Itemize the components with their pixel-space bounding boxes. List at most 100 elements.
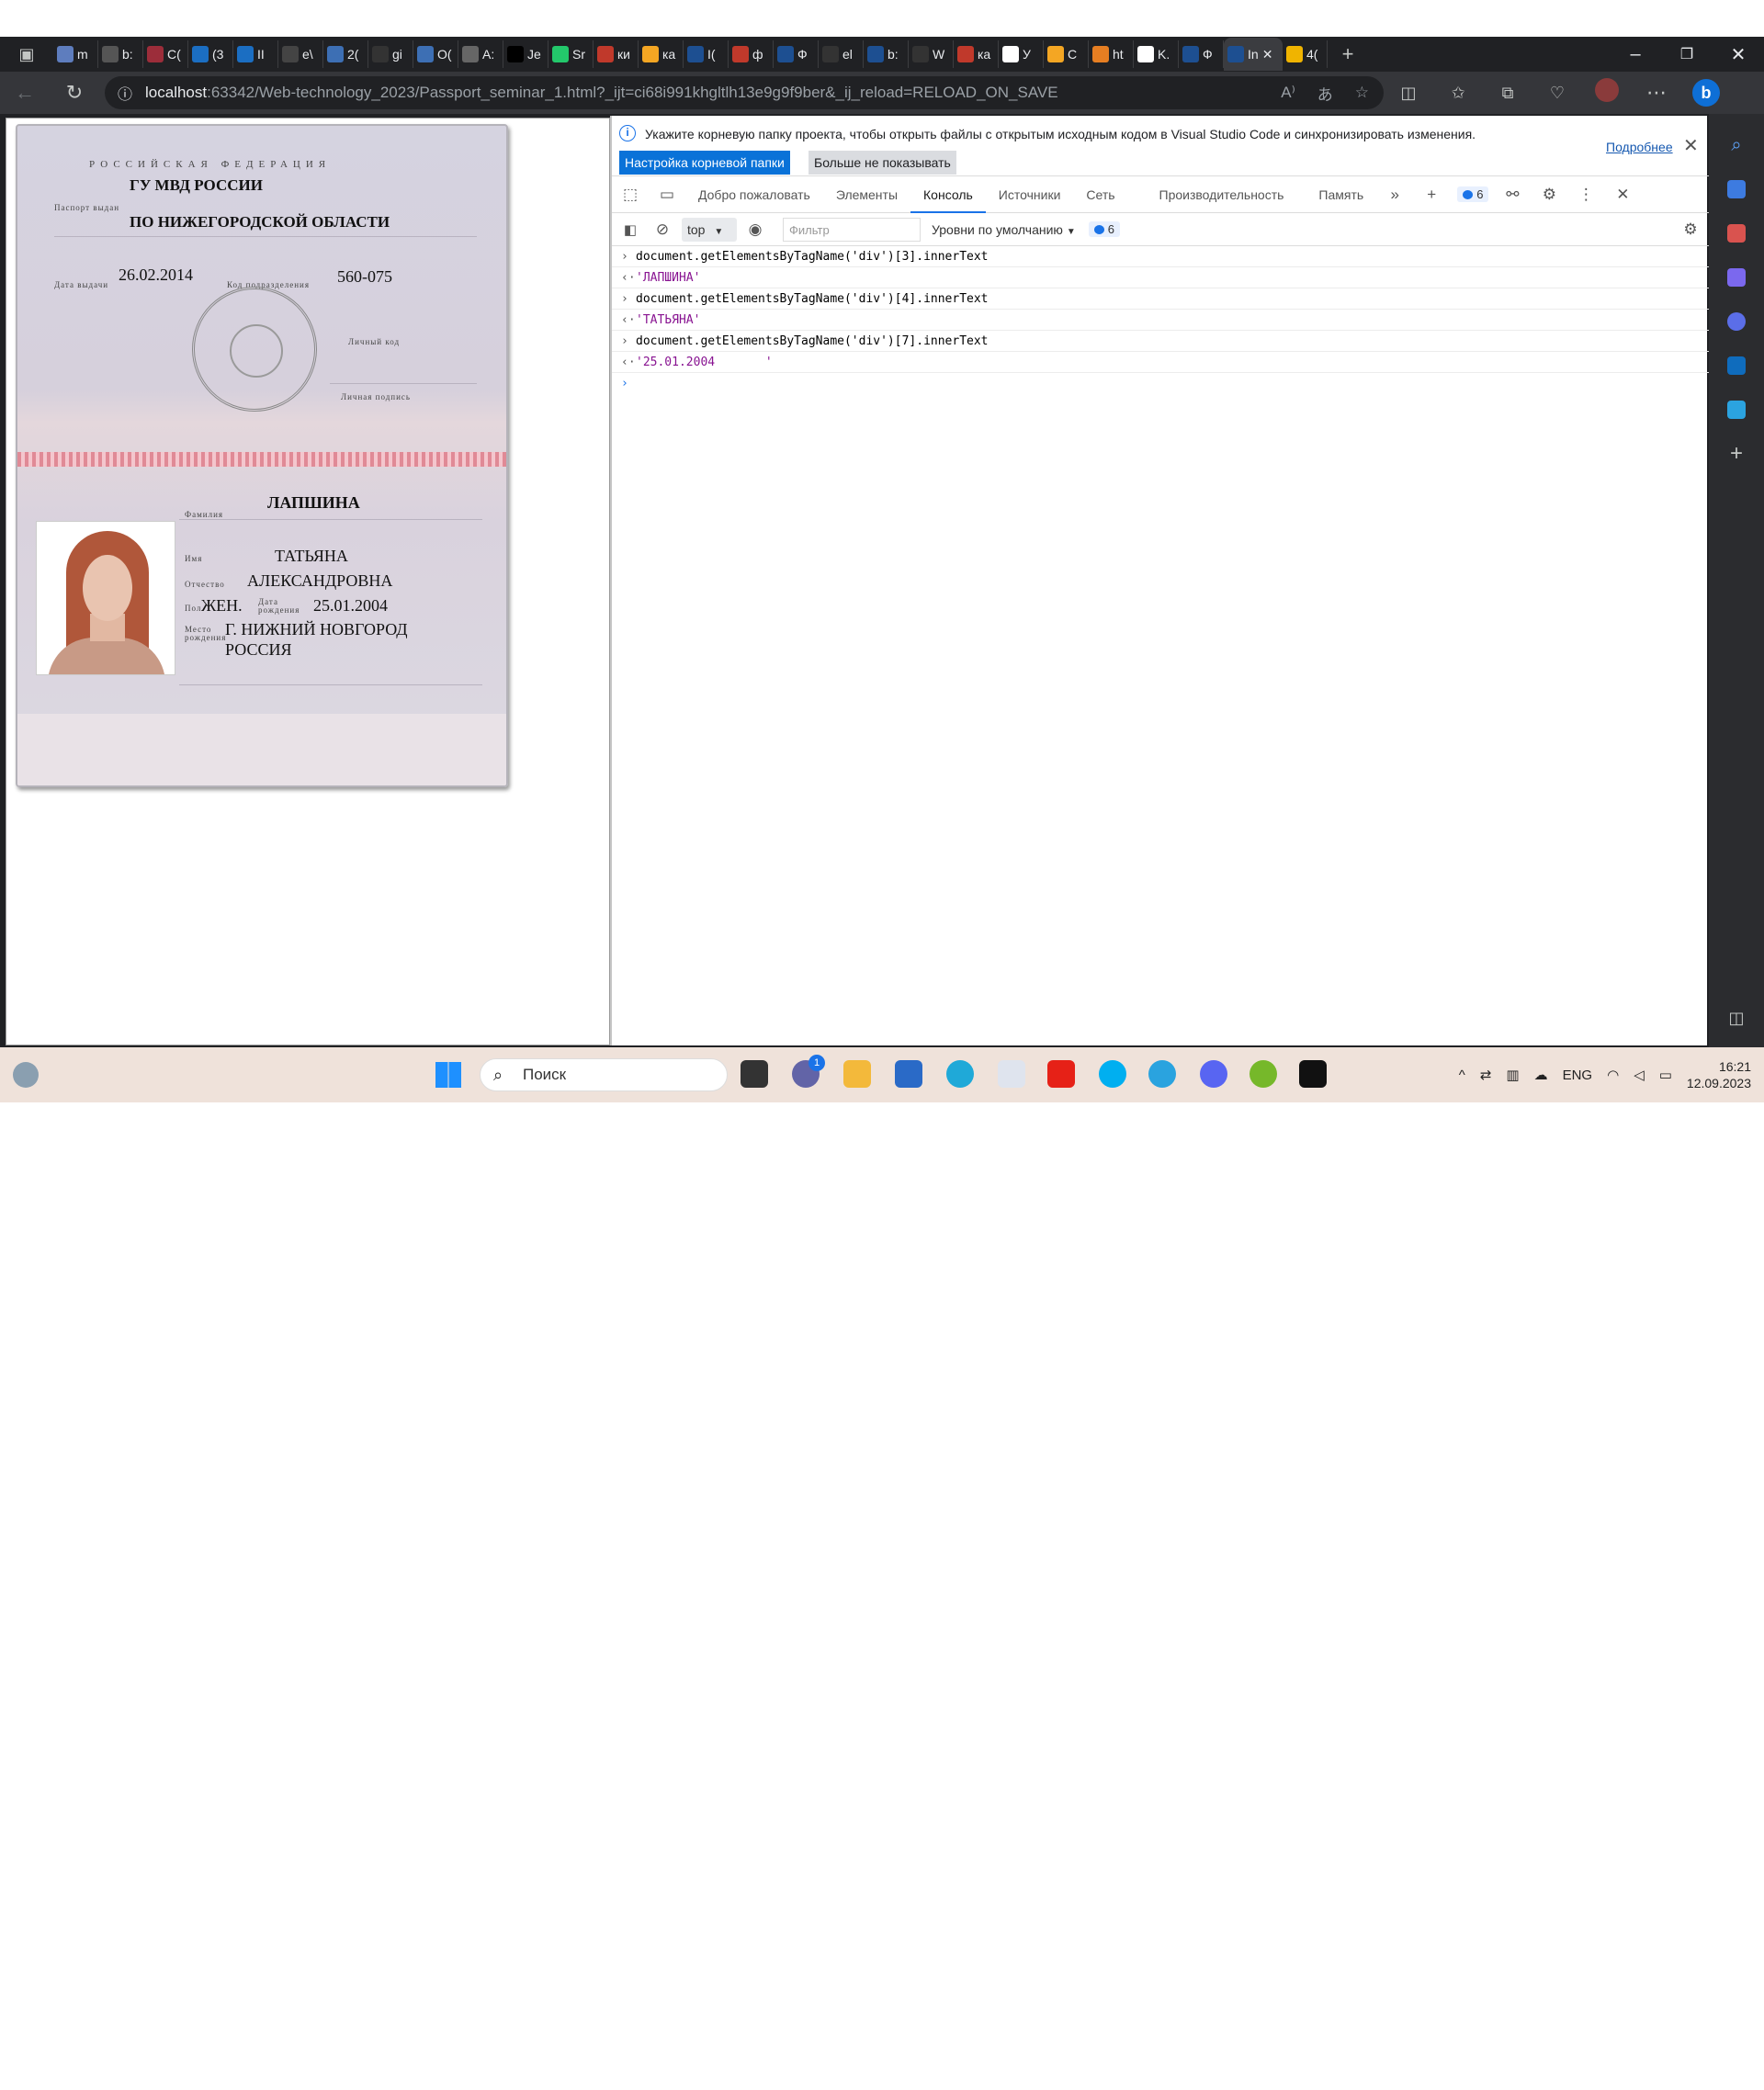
- sidebar-copilot-icon[interactable]: [1709, 299, 1764, 344]
- browser-tab[interactable]: II: [233, 40, 278, 68]
- bing-copilot-icon[interactable]: b: [1681, 79, 1731, 107]
- devtools-tab[interactable]: Добро пожаловать: [685, 176, 823, 213]
- youtube-icon[interactable]: [1047, 1060, 1075, 1088]
- browser-tab[interactable]: ки: [594, 40, 639, 68]
- sidebar-add-icon[interactable]: +: [1709, 432, 1764, 476]
- close-window-icon[interactable]: ✕: [1713, 43, 1764, 66]
- task-view-icon[interactable]: [741, 1060, 768, 1088]
- close-tab-icon[interactable]: ✕: [1262, 47, 1273, 62]
- close-infobar-icon[interactable]: ✕: [1683, 134, 1699, 157]
- sidebar-shopping-icon[interactable]: [1709, 167, 1764, 211]
- edge-browser-icon[interactable]: [946, 1060, 974, 1088]
- sidebar-outlook-icon[interactable]: [1709, 344, 1764, 388]
- new-tab-icon[interactable]: +: [1328, 42, 1368, 66]
- browser-tab[interactable]: m: [53, 40, 98, 68]
- app-lm-icon[interactable]: [998, 1060, 1025, 1088]
- browser-tab[interactable]: b:: [864, 40, 909, 68]
- split-screen-icon[interactable]: ◫: [1384, 84, 1433, 103]
- browser-tab[interactable]: ка: [639, 40, 684, 68]
- browser-tab[interactable]: K.: [1134, 40, 1179, 68]
- start-windows-icon[interactable]: [435, 1062, 461, 1088]
- tray-app-icon[interactable]: ⇄: [1480, 1067, 1492, 1083]
- profile-avatar[interactable]: [1582, 78, 1632, 107]
- tab-actions-icon[interactable]: ▣: [0, 45, 53, 64]
- tray-lm-icon[interactable]: ▥: [1506, 1067, 1519, 1083]
- show-sidebar-icon[interactable]: ◧: [612, 221, 649, 238]
- browser-tab[interactable]: gi: [368, 40, 413, 68]
- close-devtools-icon[interactable]: ✕: [1604, 186, 1641, 204]
- browser-tab[interactable]: У: [999, 40, 1044, 68]
- context-select[interactable]: top ▼: [682, 217, 737, 242]
- live-expression-eye-icon[interactable]: ◉: [737, 220, 774, 239]
- device-emulation-icon[interactable]: ▭: [649, 186, 685, 204]
- browser-tab[interactable]: A:: [458, 40, 503, 68]
- browser-tab[interactable]: b:: [98, 40, 143, 68]
- favorite-star-icon[interactable]: ☆: [1355, 84, 1369, 102]
- browser-tab[interactable]: 2(: [323, 40, 368, 68]
- add-tool-icon[interactable]: +: [1413, 186, 1450, 204]
- devtools-tab[interactable]: Сеть: [1073, 176, 1127, 213]
- devtools-tab[interactable]: Производительность: [1147, 176, 1297, 213]
- set-root-folder-button[interactable]: Настройка корневой папки: [619, 151, 790, 175]
- widgets-icon[interactable]: [13, 1062, 39, 1088]
- browser-tab[interactable]: Sr: [548, 40, 594, 68]
- ms-store-icon[interactable]: [895, 1060, 922, 1088]
- more-menu-icon[interactable]: ⋯: [1632, 81, 1681, 105]
- console-prompt[interactable]: ›: [612, 373, 1709, 394]
- clock[interactable]: 16:21 12.09.2023: [1687, 1058, 1751, 1091]
- customize-menu-icon[interactable]: ⋮: [1567, 186, 1604, 204]
- browser-tab[interactable]: W: [909, 40, 954, 68]
- wifi-icon[interactable]: ◠: [1607, 1067, 1619, 1083]
- restore-icon[interactable]: ❐: [1661, 45, 1713, 63]
- site-info-icon[interactable]: ⓘ: [118, 82, 132, 104]
- input-language[interactable]: ENG: [1563, 1068, 1593, 1083]
- sidebar-drop-icon[interactable]: [1709, 388, 1764, 432]
- pycharm-icon[interactable]: [1299, 1060, 1327, 1088]
- browser-tab[interactable]: Ф: [1179, 40, 1224, 68]
- connect-icon[interactable]: ⚯: [1494, 186, 1531, 204]
- browser-tab[interactable]: ф: [729, 40, 774, 68]
- devtools-tab[interactable]: Элементы: [823, 176, 910, 213]
- clear-console-icon[interactable]: ⊘: [649, 220, 676, 239]
- log-levels-dropdown[interactable]: Уровни по умолчанию ▼: [932, 222, 1076, 237]
- console-settings-icon[interactable]: ⚙: [1672, 220, 1709, 239]
- browser-tab[interactable]: ка: [954, 40, 999, 68]
- taskbar-search[interactable]: ⌕ Поиск: [480, 1058, 728, 1091]
- browser-essentials-icon[interactable]: ♡: [1532, 84, 1582, 103]
- messages-badge[interactable]: 6: [1088, 221, 1120, 237]
- translate-icon[interactable]: あ: [1317, 82, 1333, 105]
- browser-tab[interactable]: el: [819, 40, 864, 68]
- sidebar-tools-icon[interactable]: [1709, 211, 1764, 255]
- devtools-tab[interactable]: Источники: [986, 176, 1074, 213]
- read-aloud-icon[interactable]: A⁾: [1281, 84, 1295, 102]
- more-tabs-icon[interactable]: »: [1376, 186, 1413, 204]
- browser-tab[interactable]: In ✕: [1224, 38, 1283, 71]
- minimize-icon[interactable]: –: [1610, 44, 1661, 65]
- browser-tab[interactable]: (3: [188, 40, 233, 68]
- browser-tab[interactable]: e\: [278, 40, 323, 68]
- devtools-tab[interactable]: Память: [1306, 176, 1376, 213]
- show-hidden-icons-icon[interactable]: ^: [1459, 1068, 1465, 1083]
- file-explorer-icon[interactable]: [843, 1060, 871, 1088]
- sidebar-games-icon[interactable]: [1709, 255, 1764, 299]
- collections-icon[interactable]: ⧉: [1483, 84, 1532, 103]
- sidebar-hide-icon[interactable]: ◫: [1709, 996, 1764, 1040]
- browser-tab[interactable]: C: [1044, 40, 1089, 68]
- favorites-icon[interactable]: ✩: [1433, 84, 1483, 103]
- learn-more-link[interactable]: Подробнее: [1606, 140, 1673, 154]
- browser-tab[interactable]: Je: [503, 40, 548, 68]
- reload-icon[interactable]: ↻: [50, 81, 99, 105]
- browser-tab[interactable]: ht: [1089, 40, 1134, 68]
- back-icon[interactable]: ←: [0, 81, 50, 105]
- settings-gear-icon[interactable]: ⚙: [1531, 186, 1567, 204]
- volume-icon[interactable]: ◁: [1634, 1067, 1645, 1083]
- telegram-icon[interactable]: [1148, 1060, 1176, 1088]
- devtools-tab[interactable]: Консоль: [910, 176, 986, 213]
- issues-badge[interactable]: 6: [1457, 186, 1489, 202]
- skype-icon[interactable]: [1099, 1060, 1126, 1088]
- browser-tab[interactable]: C(: [143, 40, 188, 68]
- browser-tab[interactable]: O(: [413, 40, 458, 68]
- console-filter-input[interactable]: Фильтр: [783, 217, 921, 242]
- sidebar-search-icon[interactable]: ⌕: [1709, 123, 1764, 167]
- browser-tab[interactable]: 4(: [1283, 40, 1328, 68]
